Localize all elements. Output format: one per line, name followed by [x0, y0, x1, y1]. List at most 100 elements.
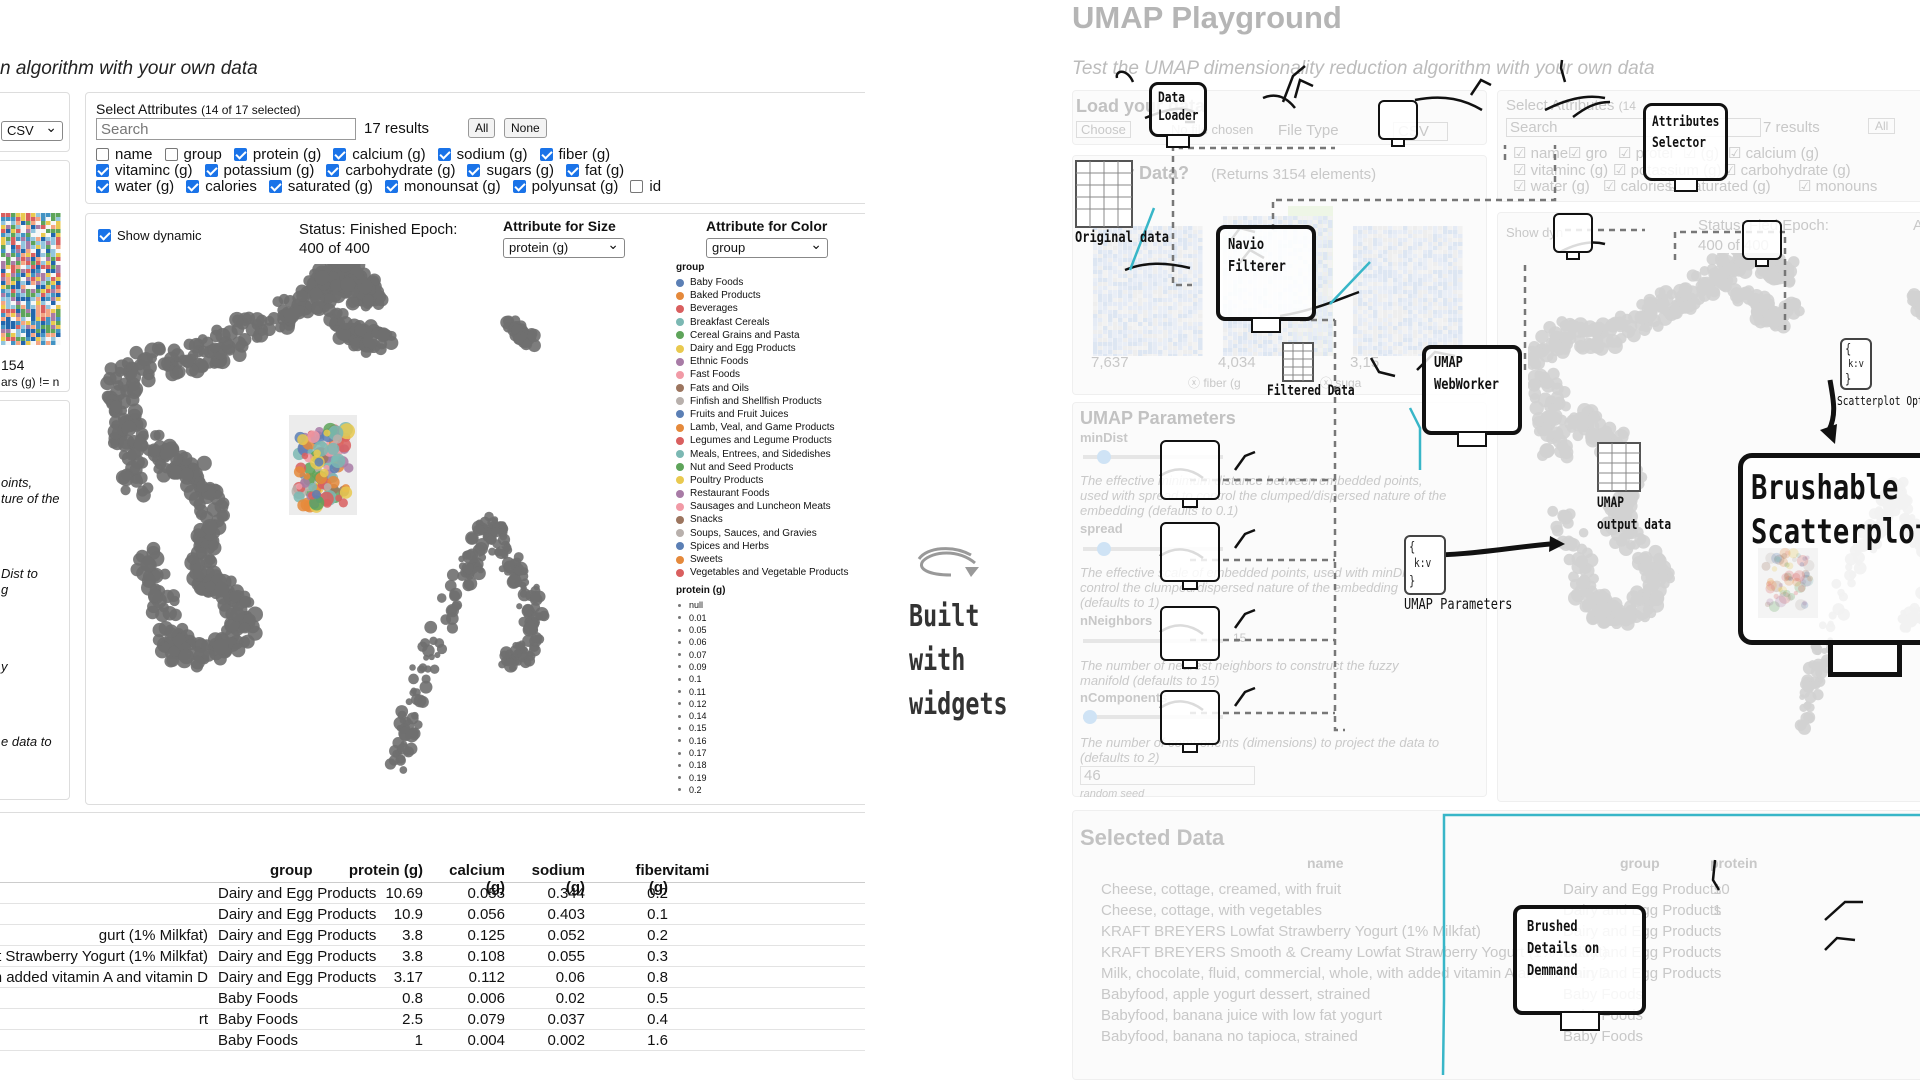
legend-item[interactable]: Vegetables and Vegetable Products: [676, 566, 848, 579]
checkbox[interactable]: [233, 148, 247, 161]
table-row[interactable]: gurt (1% Milkfat) Dairy and Egg Products 3…: [0, 925, 865, 946]
legend-swatch: [676, 489, 684, 498]
attribute-checkbox-item[interactable]: saturated (g): [268, 178, 373, 195]
heatmap-cell: [46, 329, 51, 333]
attribute-checkbox-item[interactable]: polyunsat (g): [512, 178, 618, 195]
mindist-slider-widget[interactable]: [1160, 440, 1220, 508]
heatmap-cell: [51, 225, 56, 229]
legend-item[interactable]: Fruits and Fruit Juices: [676, 408, 848, 421]
attribute-checkbox-item[interactable]: sodium (g): [437, 146, 528, 163]
attribute-checkbox-item[interactable]: calcium (g): [333, 146, 426, 163]
heatmap-cell: [36, 289, 41, 293]
attribute-checkbox-item[interactable]: water (g): [96, 178, 174, 195]
table-row[interactable]: wfat Strawberry Yogurt (1% Milkfat)Dairy…: [0, 946, 865, 967]
size-attr-select[interactable]: protein (g): [503, 236, 625, 258]
select-none-button[interactable]: None: [504, 118, 547, 138]
data-loader-widget[interactable]: Data Loader: [1149, 82, 1207, 148]
checkbox[interactable]: [630, 180, 644, 193]
select-all-button[interactable]: All: [468, 118, 496, 138]
umap-point: [110, 400, 122, 413]
legend-item[interactable]: Soups, Sauces, and Gravies: [676, 527, 848, 540]
checkbox[interactable]: [539, 148, 553, 161]
checkbox[interactable]: [512, 180, 526, 193]
attributes-selector-widget[interactable]: Attributes Selector: [1643, 103, 1728, 192]
table-row[interactable]: with added vitamin A and vitamin DDairy …: [0, 967, 865, 988]
heatmap-cell: [46, 221, 51, 225]
legend-item[interactable]: Restaurant Foods: [676, 487, 848, 500]
table-header[interactable]: vitami: [666, 862, 709, 879]
checkbox[interactable]: [186, 180, 200, 193]
checkbox[interactable]: [565, 164, 579, 177]
checkbox[interactable]: [384, 180, 398, 193]
attribute-checkbox-item[interactable]: group: [164, 146, 222, 163]
spread-slider-widget[interactable]: [1160, 522, 1220, 590]
attribute-checkbox-item[interactable]: protein (g): [233, 146, 321, 163]
checkbox[interactable]: [326, 164, 340, 177]
legend-item[interactable]: Sausages and Luncheon Meats: [676, 500, 848, 513]
umap-scatterplot[interactable]: [96, 264, 656, 804]
table-row[interactable]: Dairy and Egg Products 10.69 0.053 0.344 0.2: [0, 883, 865, 904]
legend-item[interactable]: Sweets: [676, 553, 848, 566]
legend-item[interactable]: Legumes and Legume Products: [676, 434, 848, 447]
table-row[interactable]: Dairy and Egg Products 10.9 0.056 0.403 0.1: [0, 904, 865, 925]
legend-item[interactable]: Beverages: [676, 302, 848, 315]
brushed-point: [314, 457, 324, 467]
legend-item[interactable]: Meals, Entrees, and Sidedishes: [676, 447, 848, 460]
umap-point: [121, 420, 137, 436]
navio-filterer-widget[interactable]: Navio Filterer: [1216, 225, 1316, 333]
attribute-checkbox-item[interactable]: fiber (g): [539, 146, 610, 163]
legend-item[interactable]: Finfish and Shellfish Products: [676, 395, 848, 408]
color-attr-select[interactable]: group: [706, 236, 828, 258]
legend-item[interactable]: Poultry Products: [676, 474, 848, 487]
checkbox[interactable]: [437, 148, 451, 161]
checkbox[interactable]: [164, 148, 178, 161]
legend-item[interactable]: Fast Foods: [676, 368, 848, 381]
checkbox[interactable]: [96, 164, 109, 177]
attribute-checkbox-item[interactable]: id: [630, 178, 661, 195]
attribute-checkbox-item[interactable]: name: [96, 146, 153, 163]
status-widget[interactable]: [1553, 213, 1593, 260]
table-header[interactable]: protein (g): [348, 862, 423, 879]
attribute-search-input[interactable]: Search: [96, 118, 356, 140]
epoch-widget[interactable]: [1742, 220, 1782, 267]
checkbox[interactable]: [96, 180, 109, 193]
legend-item[interactable]: Breakfast Cereals: [676, 316, 848, 329]
file-type-widget[interactable]: [1378, 100, 1418, 147]
checkbox[interactable]: [204, 164, 218, 177]
legend-item[interactable]: Dairy and Egg Products: [676, 342, 848, 355]
attribute-checkbox-item[interactable]: sugars (g): [467, 162, 554, 179]
heatmap-cell: [41, 241, 46, 245]
show-dynamic-checkbox[interactable]: [98, 229, 111, 242]
checkbox[interactable]: [333, 148, 347, 161]
legend-item[interactable]: Baby Foods: [676, 276, 848, 289]
legend-item[interactable]: Snacks: [676, 513, 848, 526]
legend-item[interactable]: Cereal Grains and Pasta: [676, 329, 848, 342]
table-row[interactable]: Baby Foods 1 0.004 0.002 1.6: [0, 1030, 865, 1051]
checkbox[interactable]: [268, 180, 282, 193]
scatter-options-kv: k:v: [1848, 357, 1864, 370]
brushable-scatterplot-widget[interactable]: Brushable Scatterplot: [1738, 453, 1920, 645]
checkbox[interactable]: [467, 164, 481, 177]
legend-item[interactable]: Fats and Oils: [676, 382, 848, 395]
table-row[interactable]: rt Baby Foods 2.5 0.079 0.037 0.4: [0, 1009, 865, 1030]
legend-item[interactable]: Baked Products: [676, 289, 848, 302]
attribute-checkbox-item[interactable]: vitaminc (g): [96, 162, 193, 179]
legend-item[interactable]: Nut and Seed Products: [676, 461, 848, 474]
table-row[interactable]: Baby Foods 0.8 0.006 0.02 0.5: [0, 988, 865, 1009]
umap-point: [127, 403, 143, 419]
neighbors-slider-widget[interactable]: [1160, 606, 1220, 669]
umap-webworker-widget[interactable]: UMAP WebWorker: [1422, 345, 1522, 447]
components-slider-widget[interactable]: [1160, 690, 1220, 753]
legend-item[interactable]: Spices and Herbs: [676, 540, 848, 553]
attribute-checkbox-item[interactable]: monounsat (g): [384, 178, 501, 195]
attribute-checkbox-item[interactable]: potassium (g): [204, 162, 314, 179]
legend-item[interactable]: Lamb, Veal, and Game Products: [676, 421, 848, 434]
attribute-checkbox-item[interactable]: calories: [186, 178, 257, 195]
legend-item[interactable]: Ethnic Foods: [676, 355, 848, 368]
attribute-checkbox-item[interactable]: carbohydrate (g): [326, 162, 455, 179]
attribute-checkbox-item[interactable]: fat (g): [565, 162, 624, 179]
checkbox[interactable]: [96, 148, 109, 161]
table-header[interactable]: group: [270, 862, 313, 879]
heatmap-cell: [41, 261, 46, 265]
file-type-select[interactable]: CSV: [1, 119, 63, 141]
